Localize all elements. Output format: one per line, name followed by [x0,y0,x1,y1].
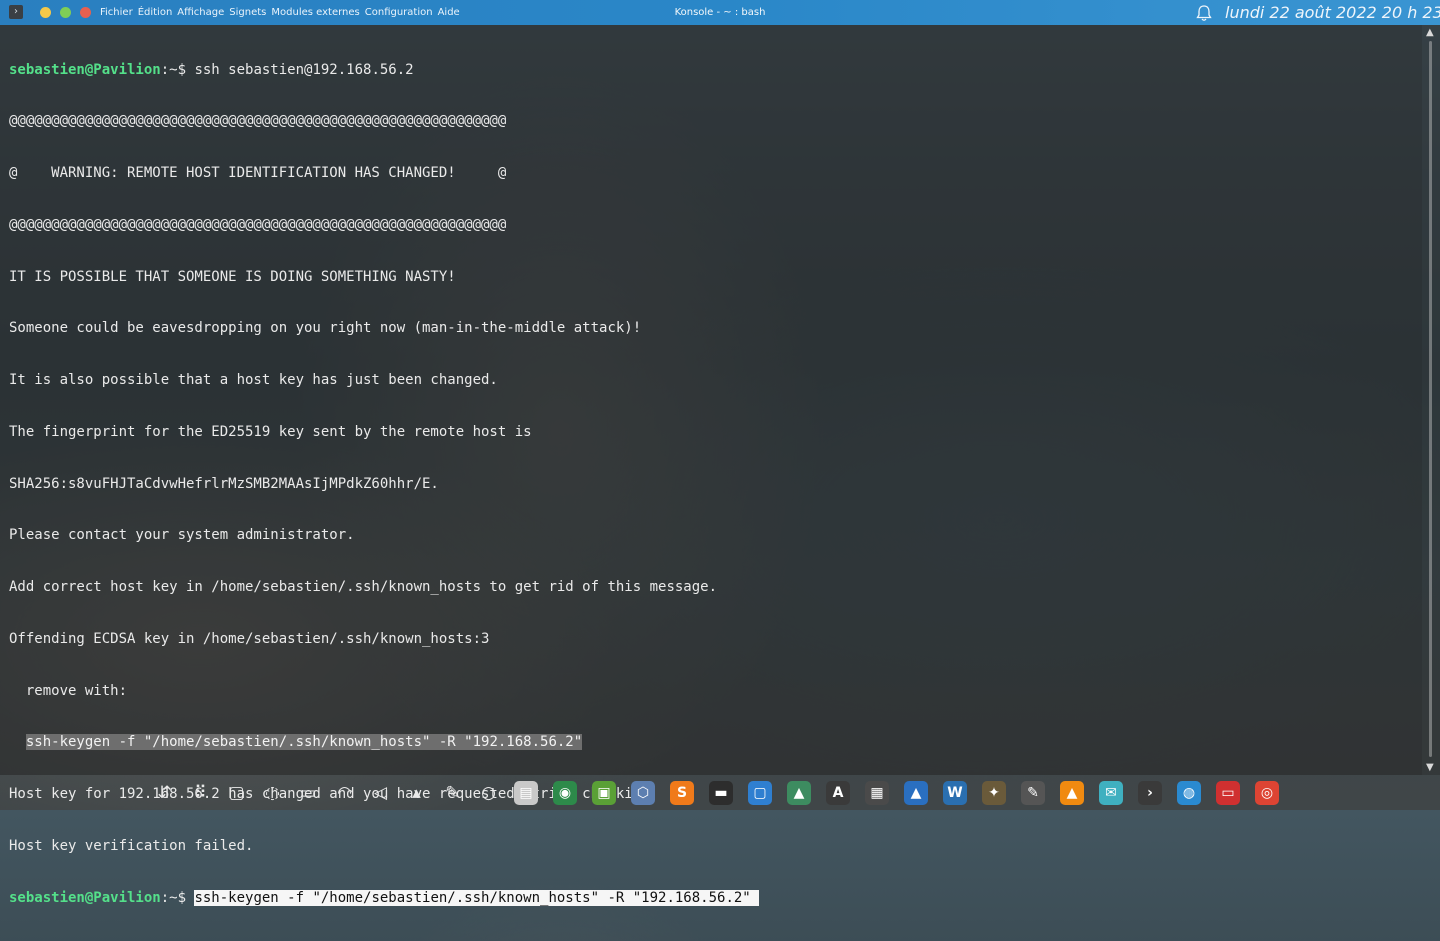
store-glyph-icon: ▲ [904,780,928,805]
menu-affichage[interactable]: Affichage [177,7,224,18]
prompt-suffix: :~$ [160,889,195,906]
terminal-line: The fingerprint for the ED25519 key sent… [9,423,532,440]
font-app-icon[interactable]: A [822,778,854,808]
terminal-glyph-icon: ▬ [709,780,733,805]
folder-red-glyph-icon: ▭ [1216,780,1240,805]
prompt-suffix: :~$ [160,61,195,78]
terminal-line: IT IS POSSIBLE THAT SOMEONE IS DOING SOM… [9,268,456,285]
prompt-user: sebastien@Pavilion [9,889,161,906]
prompt-user: sebastien@Pavilion [9,61,161,78]
pencil-glyph-icon: ✎ [1021,780,1045,805]
fingerprint-line: SHA256:s8vuFHJTaCdvwHefrlrMzSMB2MAAsIjMP… [9,475,439,492]
screenshot-glyph-icon: ▢ [748,780,772,805]
gimp-glyph-icon: ✦ [982,780,1006,805]
terminal-app-icon[interactable]: ▬ [705,778,737,808]
terminal-area[interactable]: sebastien@Pavilion:~$ ssh sebastien@192.… [0,25,1422,906]
sublime-app-icon[interactable]: S [666,778,698,808]
konsole-glyph-icon: › [1138,780,1162,805]
system-monitor-glyph-icon: ▲ [787,780,811,805]
android-app-icon[interactable]: ▣ [588,778,620,808]
volume-icon[interactable]: ◁ [366,778,395,808]
pencil-app-icon[interactable]: ✎ [1017,778,1049,808]
terminal-line: remove with: [9,682,128,699]
minimize-button[interactable] [40,7,51,18]
warning-banner-top: @@@@@@@@@@@@@@@@@@@@@@@@@@@@@@@@@@@@@@@@… [9,113,507,130]
window-title: Konsole - ~ : bash [674,7,766,18]
network-share-icon[interactable]: ⇵ [150,778,179,808]
circle-icon[interactable]: ○ [474,778,503,808]
close-button[interactable] [80,7,91,18]
terminal-line: sebastien@Pavilion:~$ ssh-keygen -f "/ho… [9,889,760,907]
folder-red-app-icon[interactable]: ▭ [1212,778,1244,808]
menu-configuration[interactable]: Configuration [365,7,433,18]
store-app-icon[interactable]: ▲ [900,778,932,808]
selected-keygen-command[interactable]: ssh-keygen -f "/home/sebastien/.ssh/know… [25,734,583,751]
app-launcher-icons: ▤ ◉ ▣ ⬡ S ▬ ▢ ▲ A ▦ ▲ W ✦ ✎ ▲ ✉ › ◍ ▭ ◎ [510,778,1290,808]
konsole-app-icon[interactable]: › [1134,778,1166,808]
terminal-line: Host key verification failed. [9,837,254,854]
tray-expand-icon[interactable]: ▴ [402,778,431,808]
pen-icon[interactable]: ✎ [438,778,467,808]
wifi-icon[interactable]: ◠ [330,778,359,808]
menu-bar: Fichier Édition Affichage Signets Module… [100,0,465,25]
virtualbox-app-icon[interactable]: ⬡ [627,778,659,808]
chrome-app-icon[interactable]: ◎ [1251,778,1283,808]
lightbulb-icon[interactable]: ◌ [258,778,287,808]
window-titlebar: › Fichier Édition Affichage Signets Modu… [0,0,1440,25]
terminal-scrollbar[interactable]: ▲ ▼ [1422,25,1440,775]
warning-banner-title: @ WARNING: REMOTE HOST IDENTIFICATION HA… [9,165,507,181]
network-glyph-icon: ◍ [1177,780,1201,805]
writer-glyph-icon: W [943,780,967,805]
terminal-line: Please contact your system administrator… [9,527,355,544]
mail-app-icon[interactable]: ✉ [1095,778,1127,808]
chrome-glyph-icon: ◎ [1255,780,1279,805]
app-grid-icon[interactable]: ⠿ [186,778,215,808]
selected-command-line[interactable]: ssh-keygen -f "/home/sebastien/.ssh/know… [9,734,759,751]
virtualbox-glyph-icon: ⬡ [631,780,655,805]
screenshot-app-icon[interactable]: ▢ [744,778,776,808]
calculator-glyph-icon: ▦ [865,780,889,805]
menu-modules-externes[interactable]: Modules externes [271,7,359,18]
command-ssh: ssh sebastien@192.168.56.2 [194,61,414,78]
globe-app-icon[interactable]: ◉ [549,778,581,808]
terminal-line: Offending ECDSA key in /home/sebastien/.… [9,630,490,647]
system-monitor-app-icon[interactable]: ▲ [783,778,815,808]
menu-fichier[interactable]: Fichier [100,7,133,18]
date-time-clock[interactable]: lundi 22 août 2022 20 h 23 [1225,0,1440,25]
scroll-down-arrow-icon[interactable]: ▼ [1426,762,1434,773]
maximize-button[interactable] [60,7,71,18]
terminal-line: It is also possible that a host key has … [9,372,498,388]
terminal-line: sebastien@Pavilion:~$ ssh sebastien@192.… [9,62,759,79]
files-app-icon[interactable]: ▤ [510,778,542,808]
writer-app-icon[interactable]: W [939,778,971,808]
menu-aide[interactable]: Aide [438,7,460,18]
terminal-line: Add correct host key in /home/sebastien/… [9,579,718,595]
android-glyph-icon: ▣ [592,780,616,805]
battery-icon[interactable]: ▭ [294,778,323,808]
menu-signets[interactable]: Signets [229,7,266,18]
warning-banner-bottom: @@@@@@@@@@@@@@@@@@@@@@@@@@@@@@@@@@@@@@@@… [9,216,507,233]
taskbar: ⇵ ⠿ ▢ ◌ ▭ ◠ ◁ ▴ ✎ ○ ▤ ◉ ▣ ⬡ S ▬ ▢ ▲ A ▦ ▲ W ✦ ✎ ▲ ✉ › ◍ ▭ ◎ [150,775,1290,810]
scrollbar-track[interactable] [1429,41,1432,757]
notification-bell-icon[interactable] [1194,3,1214,23]
menu-edition[interactable]: Édition [138,7,173,18]
terminal-line: Someone could be eavesdropping on you ri… [9,320,642,337]
vlc-app-icon[interactable]: ▲ [1056,778,1088,808]
konsole-window-icon[interactable]: › [9,5,23,19]
current-command-input[interactable]: ssh-keygen -f "/home/sebastien/.ssh/know… [194,889,760,906]
desktop-icon[interactable]: ▢ [222,778,251,808]
vlc-glyph-icon: ▲ [1060,780,1084,805]
calculator-app-icon[interactable]: ▦ [861,778,893,808]
globe-glyph-icon: ◉ [553,780,577,805]
network-app-icon[interactable]: ◍ [1173,778,1205,808]
mail-glyph-icon: ✉ [1099,780,1123,805]
scroll-up-arrow-icon[interactable]: ▲ [1426,27,1434,38]
files-glyph-icon: ▤ [514,780,538,805]
sublime-glyph-icon: S [670,780,694,805]
font-glyph-icon: A [826,780,850,805]
gimp-app-icon[interactable]: ✦ [978,778,1010,808]
